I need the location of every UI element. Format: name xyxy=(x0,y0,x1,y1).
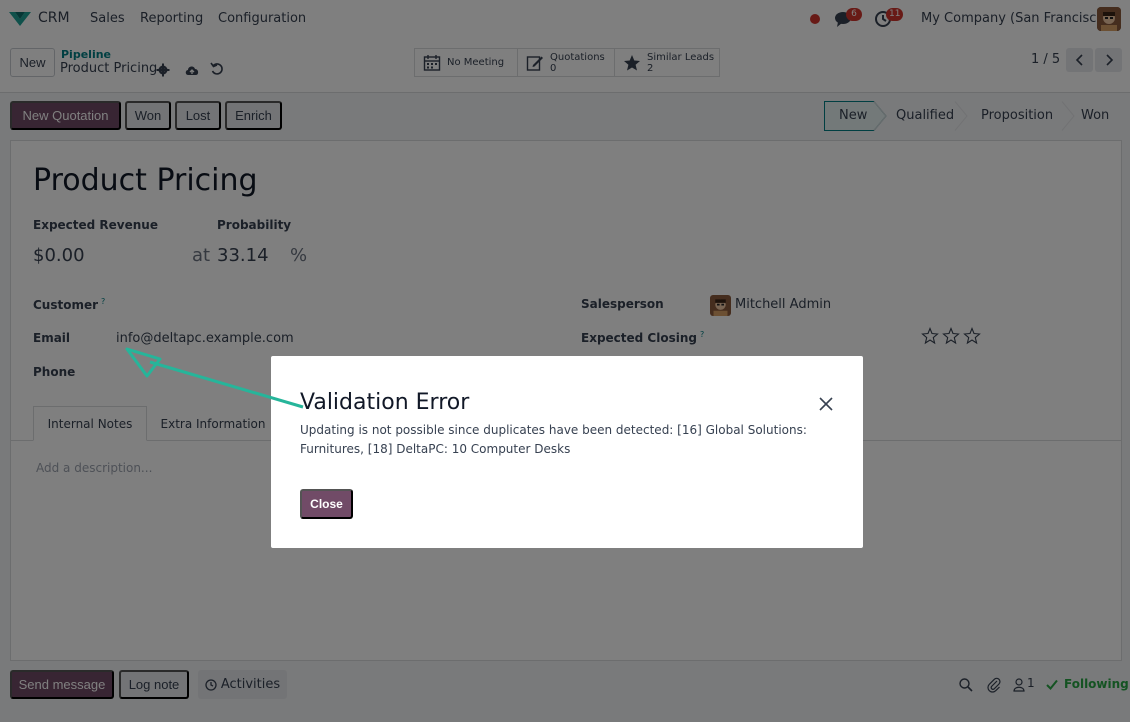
dialog-message: Updating is not possible since duplicate… xyxy=(300,423,807,456)
dialog-title: Validation Error xyxy=(300,390,470,415)
dialog-close-button[interactable]: Close xyxy=(300,489,353,519)
validation-error-dialog: Validation Error Updating is not possibl… xyxy=(271,356,863,548)
close-icon[interactable] xyxy=(816,394,836,414)
